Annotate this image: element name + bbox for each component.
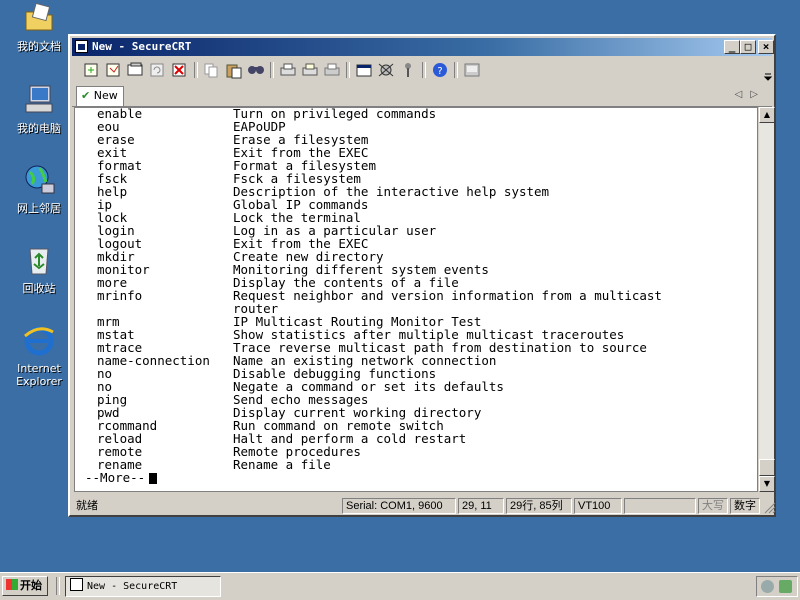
maximize-button[interactable]: □ bbox=[740, 40, 756, 54]
connected-check-icon: ✔ bbox=[81, 89, 91, 102]
desktop-icon-internet-explorer[interactable]: Internet Explorer bbox=[8, 324, 70, 388]
taskbar-separator bbox=[56, 577, 60, 595]
scroll-up-button[interactable]: ▲ bbox=[759, 107, 775, 123]
resize-grip-icon[interactable] bbox=[762, 500, 776, 514]
scroll-thumb[interactable] bbox=[759, 459, 775, 476]
print-selection-icon[interactable] bbox=[300, 61, 320, 79]
desktop-icon-network-places[interactable]: 网上邻居 bbox=[8, 164, 70, 215]
taskbar: 开始 New - SecureCRT bbox=[0, 572, 800, 600]
minimize-button[interactable]: _ bbox=[724, 40, 740, 54]
my-documents-icon bbox=[25, 2, 53, 31]
terminal-screen[interactable]: enable Turn on privileged commands eou EAPo… bbox=[74, 107, 758, 492]
toolbar-separator bbox=[194, 62, 198, 78]
status-blank bbox=[624, 498, 696, 514]
connect-icon[interactable] bbox=[82, 61, 102, 79]
terminal-line: name-connection Name an existing network … bbox=[85, 354, 496, 367]
securecrt-app-icon[interactable] bbox=[75, 40, 88, 53]
paste-icon[interactable] bbox=[224, 61, 244, 79]
help-icon[interactable]: ? bbox=[430, 61, 450, 79]
connect-in-tab-icon[interactable] bbox=[126, 61, 146, 79]
tab-strip: ✔ New ◁▷ bbox=[72, 86, 772, 107]
security-shield-icon[interactable] bbox=[779, 580, 792, 593]
scroll-down-button[interactable]: ▼ bbox=[759, 476, 775, 492]
toolbar-separator bbox=[454, 62, 458, 78]
status-num: 数字 bbox=[730, 498, 760, 514]
keymap-icon[interactable] bbox=[398, 61, 418, 79]
copy-icon[interactable] bbox=[202, 61, 222, 79]
securecrt-window: New - SecureCRT _ □ × ? ✔ New ◁▷ enable … bbox=[68, 34, 776, 517]
more-prompt: --More-- bbox=[85, 470, 146, 485]
toolbar: ? bbox=[80, 58, 772, 84]
terminal-line: help Description of the interactive help … bbox=[85, 185, 549, 198]
command-description: Rename a file bbox=[233, 457, 331, 472]
desktop-icon-label: 我的文档 bbox=[17, 40, 61, 53]
desktop-icon-label: 我的电脑 bbox=[17, 122, 61, 135]
windows-flag-icon bbox=[6, 579, 18, 590]
terminal-line: no Disable debugging functions bbox=[85, 367, 436, 380]
vertical-scrollbar[interactable]: ▲ ▼ bbox=[758, 107, 775, 492]
reconnect-icon[interactable] bbox=[148, 61, 168, 79]
find-icon[interactable] bbox=[246, 61, 266, 79]
start-button[interactable]: 开始 bbox=[2, 576, 48, 596]
command-description: Request neighbor and version information… bbox=[233, 288, 662, 303]
desktop-icon-my-computer[interactable]: 我的电脑 bbox=[8, 84, 70, 135]
tab-new[interactable]: ✔ New bbox=[76, 86, 124, 106]
status-rows-cols: 29行, 85列 bbox=[506, 498, 572, 514]
printer-setup-icon[interactable] bbox=[322, 61, 342, 79]
terminal-line: router bbox=[85, 302, 278, 315]
toolbar-separator bbox=[346, 62, 350, 78]
desktop-icon-recycle-bin[interactable]: 回收站 bbox=[8, 244, 70, 295]
network-status-icon[interactable] bbox=[761, 580, 774, 593]
more-prompt-line: --More-- bbox=[85, 470, 158, 485]
terminal-line: mrinfo Request neighbor and version infor… bbox=[85, 288, 662, 303]
my-computer-icon bbox=[25, 85, 53, 113]
svg-text:?: ? bbox=[437, 66, 442, 77]
desktop-icon-my-documents[interactable]: 我的文档 bbox=[8, 2, 70, 53]
status-ready: 就绪 bbox=[76, 500, 98, 512]
command-name: name-connection bbox=[97, 353, 210, 368]
tab-scroll-arrows[interactable]: ◁▷ bbox=[735, 89, 766, 100]
status-bar: 就绪 Serial: COM1, 9600 29, 11 29行, 85列 VT… bbox=[72, 496, 776, 515]
window-title: New - SecureCRT bbox=[92, 40, 192, 53]
command-name: mrinfo bbox=[97, 288, 143, 303]
chat-window-icon[interactable] bbox=[462, 61, 482, 79]
toolbar-separator bbox=[422, 62, 426, 78]
taskbar-button-label: New - SecureCRT bbox=[87, 581, 178, 592]
terminal-line: enable Turn on privileged commands bbox=[85, 108, 436, 120]
disconnect-icon[interactable] bbox=[170, 61, 190, 79]
start-label: 开始 bbox=[20, 579, 42, 592]
status-emulation: VT100 bbox=[574, 498, 622, 514]
toolbar-overflow-icon[interactable] bbox=[764, 72, 772, 82]
desktop-icon-label: 网上邻居 bbox=[17, 202, 61, 215]
status-cursor-position: 29, 11 bbox=[458, 498, 504, 514]
taskbar-button-securecrt[interactable]: New - SecureCRT bbox=[65, 576, 221, 597]
close-button[interactable]: × bbox=[758, 40, 774, 54]
network-places-icon bbox=[25, 165, 55, 194]
print-icon[interactable] bbox=[278, 61, 298, 79]
toolbar-separator bbox=[270, 62, 274, 78]
desktop-icon-label: 回收站 bbox=[22, 282, 56, 295]
tab-label: New bbox=[93, 89, 118, 102]
title-bar[interactable]: New - SecureCRT _ □ × bbox=[72, 38, 774, 56]
internet-explorer-icon bbox=[24, 326, 54, 356]
quick-connect-icon[interactable] bbox=[104, 61, 124, 79]
status-serial: Serial: COM1, 9600 bbox=[342, 498, 456, 514]
status-caps: 大写 bbox=[698, 498, 728, 514]
system-tray bbox=[756, 576, 798, 597]
global-options-icon[interactable] bbox=[376, 61, 396, 79]
recycle-bin-icon bbox=[29, 248, 49, 275]
session-options-icon[interactable] bbox=[354, 61, 374, 79]
text-cursor bbox=[149, 473, 158, 484]
terminal-output: enable Turn on privileged commands eou EAPo… bbox=[85, 108, 662, 485]
desktop-icon-label: Internet Explorer bbox=[16, 362, 62, 388]
securecrt-app-icon bbox=[70, 578, 83, 591]
terminal-line: ping Send echo messages bbox=[85, 393, 368, 406]
